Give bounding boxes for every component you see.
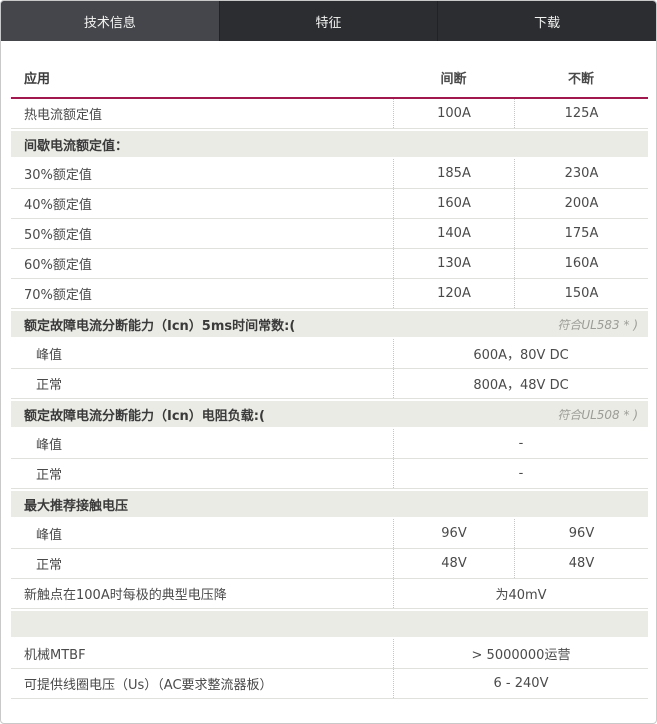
table-row: 热电流额定值100A125A [11,99,648,129]
table-row: 40%额定值160A200A [11,189,648,219]
row-value-intermittent: 100A [393,99,514,128]
row-value-merged: 600A，80V DC [393,339,648,368]
spec-table: 应用 间断 不断 热电流额定值100A125A 间歇电流额定值： 30%额定值185… [11,57,648,699]
row-label: 可提供线圈电压（Us）（AC要求整流器板） [11,674,393,693]
section-label: 额定故障电流分断能力（Icn）电阻负载:( [11,405,265,424]
row-label: 峰值 [11,434,393,453]
row-value-merged: > 5000000运营 [393,639,648,668]
column-header-intermittent: 间断 [393,57,514,97]
section-header-row: 间歇电流额定值： [11,131,648,157]
table-row: 正常48V48V [11,549,648,579]
row-value-continuous: 175A [514,219,648,248]
section-label: 间歇电流额定值： [11,135,128,154]
section-header-row: 额定故障电流分断能力（Icn）电阻负载:( 符合UL508 * ) [11,401,648,427]
section-header-row: 额定故障电流分断能力（Icn）5ms时间常数:( 符合UL583 * ) [11,311,648,337]
row-value-merged: 为40mV [393,579,648,608]
table-row: 峰值96V96V [11,519,648,549]
row-value-intermittent: 130A [393,249,514,278]
row-value-merged: 800A，48V DC [393,369,648,398]
table-row: 可提供线圈电压（Us）（AC要求整流器板）6 - 240V [11,669,648,699]
table-row: 70%额定值120A150A [11,279,648,309]
row-label: 热电流额定值 [11,104,393,123]
row-label: 峰值 [11,344,393,363]
row-value-merged: - [393,459,648,488]
section-header-row: 最大推荐接触电压 [11,491,648,517]
row-label: 峰值 [11,524,393,543]
row-value-continuous: 200A [514,189,648,218]
row-label: 正常 [11,374,393,393]
row-value-continuous: 96V [514,519,648,548]
tab-features[interactable]: 特征 [220,1,439,41]
row-value-intermittent: 120A [393,279,514,308]
page: 技术信息 特征 下载 应用 间断 不断 热电流额定值100A125A 间歇电流额定… [0,0,657,724]
table-row: 30%额定值185A230A [11,159,648,189]
row-label: 50%额定值 [11,224,393,243]
row-value-continuous: 125A [514,99,648,128]
table-row: 50%额定值140A175A [11,219,648,249]
row-label: 60%额定值 [11,254,393,273]
tab-downloads[interactable]: 下载 [438,1,656,41]
row-label: 新触点在100A时每极的典型电压降 [11,584,393,603]
tab-technical-info[interactable]: 技术信息 [1,1,220,41]
section-label: 最大推荐接触电压 [11,495,128,514]
row-label: 机械MTBF [11,644,393,663]
table-row: 60%额定值130A160A [11,249,648,279]
table-header-row: 应用 间断 不断 [11,57,648,99]
row-value-merged: - [393,429,648,458]
row-label: 30%额定值 [11,164,393,183]
row-value-continuous: 150A [514,279,648,308]
table-row: 正常- [11,459,648,489]
row-value-intermittent: 160A [393,189,514,218]
row-value-intermittent: 185A [393,159,514,188]
table-row: 峰值600A，80V DC [11,339,648,369]
row-value-merged: 6 - 240V [393,669,648,698]
section-header-row [11,611,648,637]
column-header-continuous: 不断 [514,57,648,97]
row-label: 70%额定值 [11,284,393,303]
table-row: 峰值- [11,429,648,459]
row-value-intermittent: 96V [393,519,514,548]
section-note: 符合UL508 * ) [557,406,648,423]
row-value-intermittent: 48V [393,549,514,578]
row-label: 正常 [11,554,393,573]
section-note: 符合UL583 * ) [557,316,648,333]
table-row: 正常800A，48V DC [11,369,648,399]
table-row: 新触点在100A时每极的典型电压降为40mV [11,579,648,609]
row-value-continuous: 230A [514,159,648,188]
section-label: 额定故障电流分断能力（Icn）5ms时间常数:( [11,315,295,334]
tab-bar: 技术信息 特征 下载 [1,1,656,41]
row-label: 正常 [11,464,393,483]
row-value-intermittent: 140A [393,219,514,248]
row-label: 40%额定值 [11,194,393,213]
row-value-continuous: 48V [514,549,648,578]
spec-table-body: 热电流额定值100A125A间歇电流额定值：30%额定值185A230A40%额… [11,99,648,699]
row-value-continuous: 160A [514,249,648,278]
table-row: 机械MTBF> 5000000运营 [11,639,648,669]
column-header-application: 应用 [11,68,393,87]
